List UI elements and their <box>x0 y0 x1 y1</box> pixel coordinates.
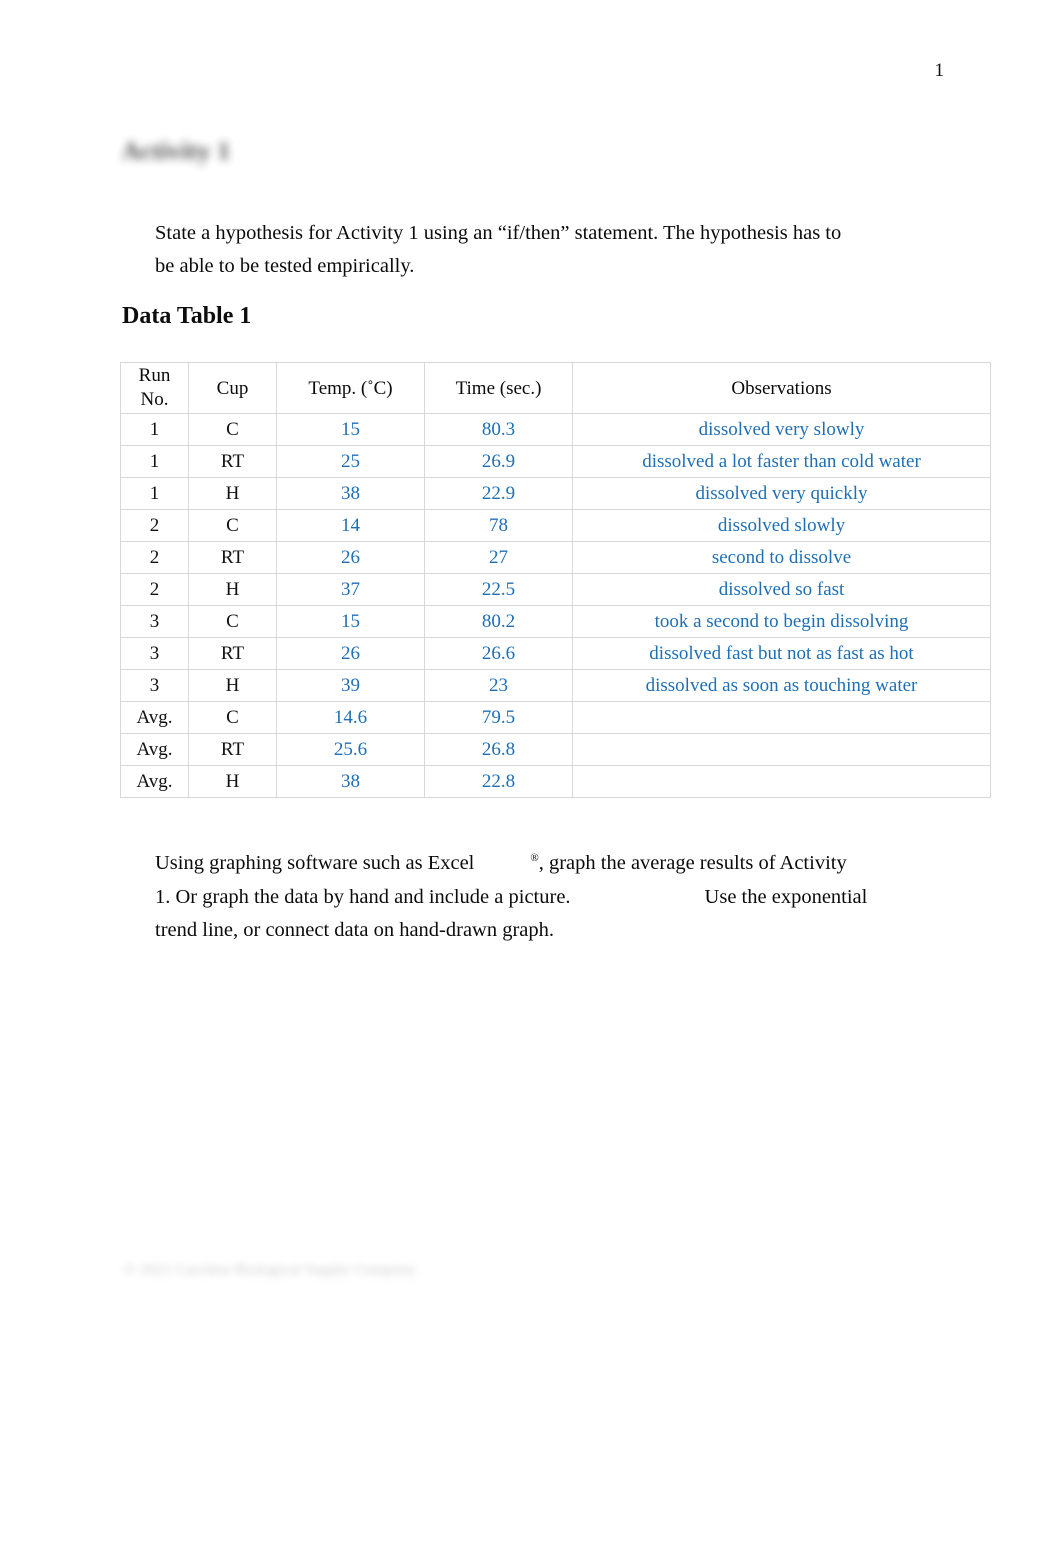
cell-time: 79.5 <box>424 701 573 734</box>
cell-run-no: 1 <box>120 413 189 446</box>
cell-time: 22.9 <box>424 477 573 510</box>
data-table-container: Run No. Cup Temp. (˚C) Time (sec.) Obser… <box>120 362 991 798</box>
cell-temp: 26 <box>276 541 425 574</box>
table-row: Avg. H 38 22.8 <box>120 765 991 798</box>
cell-cup: RT <box>188 733 277 766</box>
cell-observations: dissolved very quickly <box>572 477 991 510</box>
cell-time: 23 <box>424 669 573 702</box>
column-header-temp: Temp. (˚C) <box>276 362 425 414</box>
cell-temp: 15 <box>276 605 425 638</box>
cell-temp: 26 <box>276 637 425 670</box>
cell-time: 26.9 <box>424 445 573 478</box>
cell-observations: dissolved very slowly <box>572 413 991 446</box>
cell-run-no: 2 <box>120 541 189 574</box>
table-row: 1 C 15 80.3 dissolved very slowly <box>120 413 991 446</box>
table-row: Avg. RT 25.6 26.8 <box>120 733 991 766</box>
column-header-run-line1: Run <box>138 365 171 386</box>
cell-temp: 25 <box>276 445 425 478</box>
table-row: 3 C 15 80.2 took a second to begin dissolvin… <box>120 605 991 638</box>
cell-run-no: 3 <box>120 669 189 702</box>
cell-run-no: 3 <box>120 637 189 670</box>
cell-temp: 37 <box>276 573 425 606</box>
cell-time: 78 <box>424 509 573 542</box>
cell-observations: second to dissolve <box>572 541 991 574</box>
cell-temp: 39 <box>276 669 425 702</box>
cell-cup: C <box>188 605 277 638</box>
cell-temp: 38 <box>276 765 425 798</box>
instructions-line1-b: , graph the average results of Activity <box>538 852 847 874</box>
instructions-line2-a: 1. Or graph the data by hand and include… <box>155 885 571 908</box>
instructions-line-1: Using graphing software such as Excel ®, … <box>155 847 875 881</box>
table-row: 2 RT 26 27 second to dissolve <box>120 541 991 574</box>
registered-mark: ® <box>530 852 539 865</box>
table-row: 2 H 37 22.5 dissolved so fast <box>120 573 991 606</box>
cell-cup: H <box>188 573 277 606</box>
instructions-line-2: 1. Or graph the data by hand and include… <box>155 881 875 915</box>
cell-observations: dissolved as soon as touching water <box>572 669 991 702</box>
cell-run-no: 1 <box>120 477 189 510</box>
cell-temp: 15 <box>276 413 425 446</box>
cell-temp: 38 <box>276 477 425 510</box>
cell-observations <box>572 765 991 798</box>
cell-time: 26.8 <box>424 733 573 766</box>
table-header: Run No. Cup Temp. (˚C) Time (sec.) Obser… <box>120 362 991 414</box>
column-header-observations: Observations <box>572 362 991 414</box>
cell-run-no: 2 <box>120 573 189 606</box>
instructions-line2-b: Use the exponential <box>704 885 868 908</box>
cell-run-no: Avg. <box>120 765 189 798</box>
footer-copyright: © 2021 Carolina Biological Supply Compan… <box>124 1262 416 1278</box>
table-row: 2 C 14 78 dissolved slowly <box>120 509 991 542</box>
cell-time: 26.6 <box>424 637 573 670</box>
cell-cup: C <box>188 509 277 542</box>
cell-time: 27 <box>424 541 573 574</box>
instructions-line1-a: Using graphing software such as Excel <box>155 852 475 874</box>
cell-temp: 14 <box>276 509 425 542</box>
cell-observations: dissolved fast but not as fast as hot <box>572 637 991 670</box>
table-row: 3 RT 26 26.6 dissolved fast but not as fast … <box>120 637 991 670</box>
cell-cup: H <box>188 477 277 510</box>
cell-cup: RT <box>188 541 277 574</box>
table-row: 1 RT 25 26.9 dissolved a lot faster than col… <box>120 445 991 478</box>
cell-run-no: 2 <box>120 509 189 542</box>
cell-cup: RT <box>188 637 277 670</box>
cell-cup: H <box>188 765 277 798</box>
cell-time: 22.8 <box>424 765 573 798</box>
column-header-run-line2: No. <box>140 389 169 410</box>
cell-observations: dissolved so fast <box>572 573 991 606</box>
cell-time: 22.5 <box>424 573 573 606</box>
cell-observations: took a second to begin dissolving <box>572 605 991 638</box>
cell-time: 80.3 <box>424 413 573 446</box>
page-number: 1 <box>934 60 945 81</box>
cell-time: 80.2 <box>424 605 573 638</box>
cell-observations <box>572 733 991 766</box>
cell-run-no: 1 <box>120 445 189 478</box>
document-page: 1 Activity 1 State a hypothesis for Acti… <box>0 0 1062 1561</box>
cell-cup: C <box>188 413 277 446</box>
cell-run-no: 3 <box>120 605 189 638</box>
cell-cup: RT <box>188 445 277 478</box>
cell-run-no: Avg. <box>120 733 189 766</box>
cell-run-no: Avg. <box>120 701 189 734</box>
cell-temp: 25.6 <box>276 733 425 766</box>
cell-temp: 14.6 <box>276 701 425 734</box>
data-table-1: Run No. Cup Temp. (˚C) Time (sec.) Obser… <box>120 362 991 798</box>
hypothesis-paragraph: State a hypothesis for Activity 1 using … <box>155 221 842 277</box>
data-table-heading: Data Table 1 <box>122 302 252 329</box>
cell-observations <box>572 701 991 734</box>
column-header-cup: Cup <box>188 362 277 414</box>
table-row: Avg. C 14.6 79.5 <box>120 701 991 734</box>
column-header-time: Time (sec.) <box>424 362 573 414</box>
table-header-row: Run No. Cup Temp. (˚C) Time (sec.) Obser… <box>120 362 991 414</box>
instructions-line-3: trend line, or connect data on hand-draw… <box>155 919 555 941</box>
cell-cup: C <box>188 701 277 734</box>
cell-observations: dissolved slowly <box>572 509 991 542</box>
activity-heading: Activity 1 <box>122 138 231 165</box>
table-row: 1 H 38 22.9 dissolved very quickly <box>120 477 991 510</box>
table-body: 1 C 15 80.3 dissolved very slowly 1 RT 25 26.9 di… <box>120 413 991 798</box>
column-header-run-no: Run No. <box>120 362 189 414</box>
table-row: 3 H 39 23 dissolved as soon as touching wate… <box>120 669 991 702</box>
instructions-paragraph: Using graphing software such as Excel ®, … <box>155 847 875 948</box>
cell-observations: dissolved a lot faster than cold water <box>572 445 991 478</box>
cell-cup: H <box>188 669 277 702</box>
